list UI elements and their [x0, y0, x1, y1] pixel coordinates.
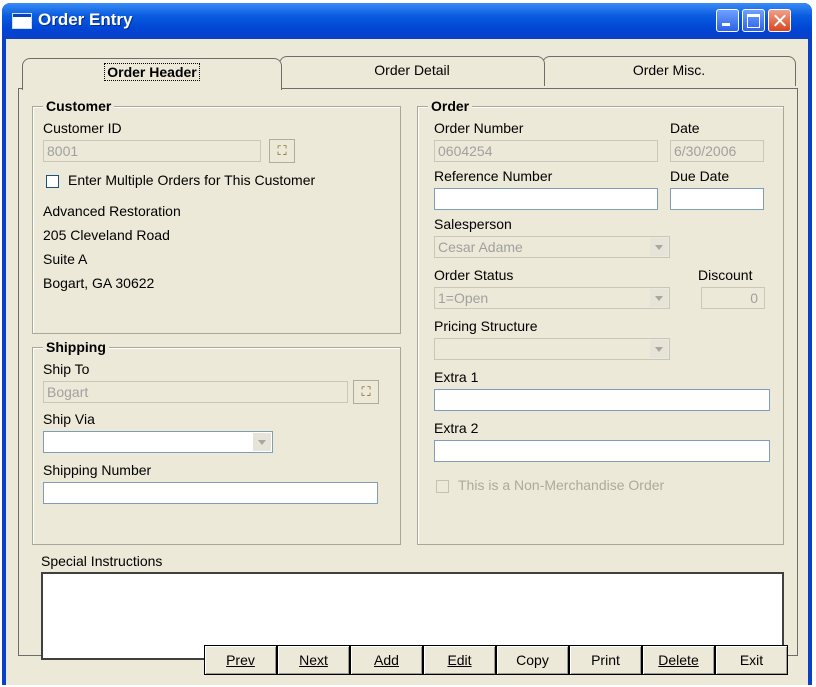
prev-button-label: Prev: [226, 652, 255, 668]
extra1-field[interactable]: [434, 389, 770, 411]
window-client-area: Order Misc. Order Detail Order Header Cu…: [6, 39, 808, 685]
order-number-field[interactable]: 0604254: [434, 140, 658, 162]
order-status-value: 1=Open: [438, 290, 489, 306]
ship-via-select[interactable]: [43, 431, 273, 453]
address-line: Suite A: [43, 251, 88, 267]
edit-button[interactable]: Edit: [423, 645, 496, 675]
date-label: Date: [670, 120, 700, 136]
chevron-down-icon[interactable]: [650, 238, 668, 256]
tab-order-header-label: Order Header: [104, 63, 200, 81]
ship-via-label: Ship Via: [43, 411, 95, 427]
order-number-label: Order Number: [434, 120, 524, 136]
extra1-label: Extra 1: [434, 369, 479, 385]
chevron-down-icon[interactable]: [650, 289, 668, 307]
minimize-button[interactable]: [716, 9, 739, 32]
print-button-label: Print: [591, 652, 620, 668]
multiple-orders-label: Enter Multiple Orders for This Customer: [68, 172, 316, 188]
due-date-label: Due Date: [670, 168, 730, 184]
window-title: Order Entry: [38, 10, 133, 29]
extra2-label: Extra 2: [434, 420, 479, 436]
extra2-field[interactable]: [434, 440, 770, 462]
tab-order-misc-label: Order Misc.: [632, 62, 706, 78]
pricing-structure-label: Pricing Structure: [434, 318, 538, 334]
tab-order-detail-label: Order Detail: [374, 62, 450, 78]
copy-button[interactable]: Copy: [496, 645, 569, 675]
order-status-select[interactable]: 1=Open: [434, 287, 670, 309]
shipping-group: Shipping Ship To Bogart ⛶ Ship Via Shipp…: [32, 339, 401, 545]
delete-button[interactable]: Delete: [642, 645, 715, 675]
close-button[interactable]: [768, 9, 791, 32]
title-bar[interactable]: Order Entry: [2, 3, 812, 39]
date-field[interactable]: 6/30/2006: [670, 140, 764, 162]
window-icon: [12, 13, 32, 29]
exit-button[interactable]: Exit: [715, 645, 788, 675]
maximize-button[interactable]: [742, 9, 765, 32]
non-merchandise-label: This is a Non-Merchandise Order: [458, 477, 665, 493]
shipping-number-label: Shipping Number: [43, 462, 152, 478]
exit-button-label: Exit: [739, 652, 764, 668]
order-legend: Order: [428, 98, 473, 114]
shipping-number-field[interactable]: [43, 482, 378, 504]
add-button[interactable]: Add: [350, 645, 423, 675]
edit-button-label: Edit: [447, 652, 472, 668]
reference-number-label: Reference Number: [434, 168, 553, 184]
customer-id-label: Customer ID: [43, 120, 122, 136]
special-instructions-label: Special Instructions: [41, 553, 163, 569]
order-status-label: Order Status: [434, 267, 514, 283]
shipping-legend: Shipping: [43, 339, 109, 355]
customer-legend: Customer: [43, 98, 115, 114]
next-button-label: Next: [299, 652, 328, 668]
non-merchandise-checkbox[interactable]: [436, 480, 449, 493]
delete-button-label: Delete: [658, 652, 699, 668]
copy-button-label: Copy: [516, 652, 549, 668]
customer-id-field[interactable]: 8001: [43, 140, 261, 162]
address-line: Bogart, GA 30622: [43, 275, 155, 291]
pricing-structure-select[interactable]: [434, 338, 670, 360]
discount-field[interactable]: 0: [701, 287, 765, 309]
reference-number-field[interactable]: [434, 188, 658, 210]
salesperson-label: Salesperson: [434, 216, 512, 232]
tab-order-header[interactable]: Order Header: [22, 58, 282, 90]
salesperson-value: Cesar Adame: [438, 239, 523, 255]
customer-group: Customer Customer ID 8001 ⛶ Enter Multip…: [32, 98, 401, 334]
tab-panel: Customer Customer ID 8001 ⛶ Enter Multip…: [18, 88, 798, 660]
binoculars-icon: ⛶: [277, 143, 287, 158]
add-button-label: Add: [374, 652, 399, 668]
ship-to-field[interactable]: Bogart: [43, 381, 348, 403]
binoculars-icon: ⛶: [361, 384, 371, 399]
address-line: Advanced Restoration: [43, 203, 181, 219]
discount-label: Discount: [698, 267, 753, 283]
order-group: Order Order Number 0604254 Date 6/30/200…: [417, 98, 784, 545]
ship-to-lookup-button[interactable]: ⛶: [353, 380, 379, 404]
customer-lookup-button[interactable]: ⛶: [269, 139, 295, 163]
chevron-down-icon[interactable]: [253, 433, 271, 451]
chevron-down-icon[interactable]: [650, 340, 668, 358]
tab-order-detail[interactable]: Order Detail: [279, 56, 545, 86]
multiple-orders-checkbox[interactable]: [46, 175, 59, 188]
due-date-field[interactable]: [670, 188, 764, 210]
order-entry-window: Order Entry Order Misc. Order Detail Ord…: [2, 3, 812, 685]
customer-address: Advanced Restoration 205 Cleveland Road …: [43, 199, 181, 295]
next-button[interactable]: Next: [277, 645, 350, 675]
ship-to-label: Ship To: [43, 361, 90, 377]
salesperson-select[interactable]: Cesar Adame: [434, 236, 670, 258]
address-line: 205 Cleveland Road: [43, 227, 170, 243]
print-button[interactable]: Print: [569, 645, 642, 675]
tab-order-misc[interactable]: Order Misc.: [542, 56, 796, 86]
prev-button[interactable]: Prev: [204, 645, 277, 675]
